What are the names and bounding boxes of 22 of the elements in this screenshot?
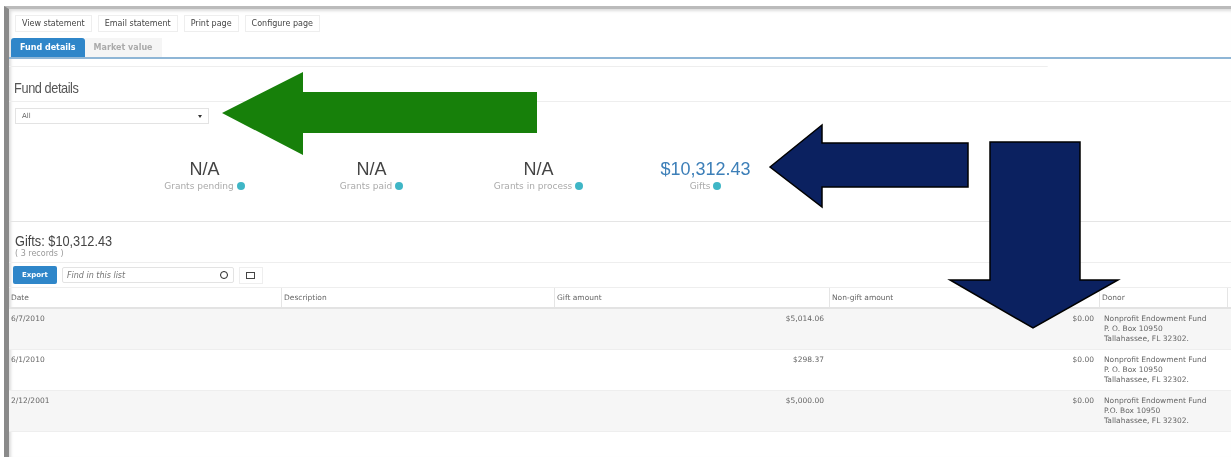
info-icon[interactable] [395,182,404,190]
list-title: Gifts: $10,312.43 [15,232,114,249]
stat-label: Gifts [689,181,711,191]
record-count: ( 3 records ) [15,249,65,258]
search-field[interactable]: Find in this list [61,267,234,283]
stat-value: N/A [355,159,388,180]
stat-value: N/A [188,159,221,180]
toolbar-button[interactable]: Email statement [97,15,178,32]
info-icon[interactable] [236,182,245,190]
columns-button[interactable] [238,266,263,284]
stat-value: N/A [522,159,555,180]
toolbar-button[interactable]: View statement [15,15,92,32]
stat-label: Grants paid [339,181,393,191]
tab[interactable]: Fund details [11,38,85,57]
stat-label: Grants in process [493,181,573,191]
info-icon[interactable] [713,182,722,190]
toolbar-button[interactable]: Configure page [244,15,320,32]
stat-label: Grants pending [164,181,234,191]
toolbar-button[interactable]: Print page [183,15,239,32]
caret-icon [198,114,202,118]
info-icon[interactable] [575,182,584,190]
stat-value: $10,312.43 [659,159,752,180]
